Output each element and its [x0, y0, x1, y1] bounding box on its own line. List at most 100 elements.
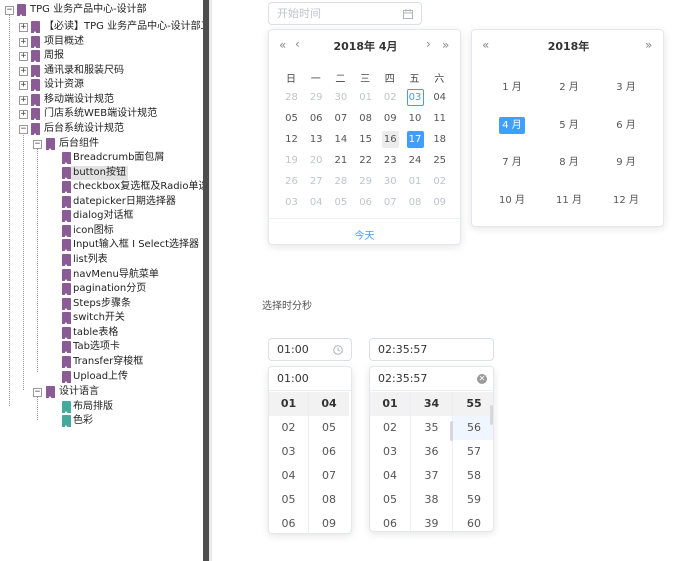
- time-option[interactable]: 05: [269, 488, 308, 512]
- calendar-day[interactable]: 30: [382, 173, 399, 190]
- month-panel-header[interactable]: 2018年: [472, 38, 665, 54]
- tree-item[interactable]: button按钮: [0, 166, 203, 180]
- time-option[interactable]: 03: [370, 440, 410, 464]
- time-option[interactable]: 07: [309, 464, 349, 488]
- tree-item[interactable]: 色彩: [0, 414, 203, 428]
- month-cell[interactable]: 8 月: [556, 154, 582, 171]
- tree-item[interactable]: navMenu导航菜单: [0, 268, 203, 282]
- calendar-day[interactable]: 28: [283, 89, 300, 106]
- tree-item[interactable]: − TPG 业务产品中心-设计部: [0, 3, 203, 17]
- calendar-day[interactable]: 18: [431, 131, 448, 148]
- calendar-day[interactable]: 04: [308, 194, 325, 211]
- tree-item[interactable]: Tab选项卡: [0, 340, 203, 354]
- calendar-day[interactable]: 08: [407, 194, 424, 211]
- tree-item[interactable]: + 门店系统WEB端设计规范: [0, 107, 203, 121]
- calendar-day[interactable]: 19: [283, 152, 300, 169]
- calendar-day[interactable]: 07: [332, 110, 349, 127]
- expand-icon[interactable]: +: [19, 52, 28, 61]
- expand-icon[interactable]: +: [19, 110, 28, 119]
- time-option[interactable]: 06: [309, 440, 349, 464]
- tree-item[interactable]: + 项目概述: [0, 35, 203, 49]
- tree-item[interactable]: + 周报: [0, 49, 203, 63]
- month-cell[interactable]: 12 月: [613, 192, 639, 209]
- calendar-day[interactable]: 23: [382, 152, 399, 169]
- month-cell[interactable]: 6 月: [613, 117, 639, 134]
- tree-item[interactable]: Transfer穿梭框: [0, 355, 203, 369]
- calendar-day[interactable]: 16: [381, 131, 399, 148]
- tree-item[interactable]: table表格: [0, 326, 203, 340]
- next-year-button[interactable]: »: [645, 39, 652, 51]
- date-input[interactable]: 开始时间: [268, 2, 422, 25]
- time-option[interactable]: 34: [411, 392, 452, 416]
- month-cell[interactable]: 9 月: [613, 154, 639, 171]
- time-option[interactable]: 56: [453, 416, 493, 440]
- calendar-day[interactable]: 14: [332, 131, 349, 148]
- tree-item[interactable]: + 设计资源: [0, 78, 203, 92]
- calendar-day[interactable]: 29: [308, 89, 325, 106]
- tree-item[interactable]: + 通讯录和服装尺码: [0, 64, 203, 78]
- tree-item[interactable]: Input输入框 I Select选择器 I Datepicker: [0, 238, 203, 252]
- calendar-day[interactable]: 24: [407, 152, 424, 169]
- minute-column[interactable]: 34 35 36 37 38 39: [411, 392, 453, 531]
- calendar-header[interactable]: 2018年 4月: [269, 38, 462, 54]
- time-option[interactable]: 38: [411, 488, 452, 512]
- time-option[interactable]: 06: [269, 512, 308, 533]
- calendar-day[interactable]: 13: [308, 131, 325, 148]
- month-cell[interactable]: 5 月: [556, 117, 582, 134]
- expand-icon[interactable]: +: [19, 38, 28, 47]
- tree-item[interactable]: checkbox复选框及Radio单选框: [0, 180, 203, 194]
- calendar-day[interactable]: 03: [283, 194, 300, 211]
- tree-item[interactable]: dialog对话框: [0, 209, 203, 223]
- second-scrollbar-thumb[interactable]: [490, 405, 493, 425]
- time-option[interactable]: 60: [453, 512, 493, 531]
- calendar-day[interactable]: 01: [407, 173, 424, 190]
- calendar-day[interactable]: 05: [332, 194, 349, 211]
- time-option[interactable]: 03: [269, 440, 308, 464]
- calendar-day[interactable]: 15: [357, 131, 374, 148]
- minute-scrollbar-thumb[interactable]: [450, 421, 453, 441]
- time-input-hm[interactable]: 01:00: [268, 338, 352, 361]
- month-cell[interactable]: 2 月: [556, 79, 582, 96]
- calendar-day[interactable]: 05: [283, 110, 300, 127]
- calendar-day[interactable]: 04: [431, 89, 448, 106]
- time-option[interactable]: 57: [453, 440, 493, 464]
- calendar-day[interactable]: 29: [357, 173, 374, 190]
- tree-item[interactable]: pagination分页: [0, 282, 203, 296]
- time-option[interactable]: 37: [411, 464, 452, 488]
- calendar-day[interactable]: 11: [431, 110, 448, 127]
- month-cell[interactable]: 11 月: [556, 192, 582, 209]
- tree-item[interactable]: icon图标: [0, 224, 203, 238]
- calendar-day[interactable]: 30: [332, 89, 349, 106]
- calendar-day[interactable]: 26: [283, 173, 300, 190]
- tree-item[interactable]: Steps步骤条: [0, 297, 203, 311]
- month-cell[interactable]: 3 月: [613, 79, 639, 96]
- tree-item[interactable]: − 设计语言: [0, 385, 203, 399]
- tree-item[interactable]: − 后台组件: [0, 137, 203, 151]
- time-option[interactable]: 04: [269, 464, 308, 488]
- calendar-day[interactable]: 12: [283, 131, 300, 148]
- tree-item[interactable]: + 【必读】TPG 业务产品中心-设计部工作说明: [0, 20, 203, 34]
- expand-icon[interactable]: +: [19, 67, 28, 76]
- time-option[interactable]: 09: [309, 512, 349, 533]
- time-option[interactable]: 04: [309, 392, 349, 416]
- calendar-day[interactable]: 21: [332, 152, 349, 169]
- tree-item[interactable]: 布局排版: [0, 400, 203, 414]
- month-cell[interactable]: 10 月: [499, 192, 525, 209]
- calendar-day[interactable]: 02: [382, 89, 399, 106]
- time-option[interactable]: 02: [370, 416, 410, 440]
- time-option[interactable]: 55: [453, 392, 493, 416]
- collapse-icon[interactable]: −: [33, 388, 42, 397]
- next-year-button[interactable]: »: [442, 39, 449, 51]
- calendar-day[interactable]: 20: [308, 152, 325, 169]
- hour-column[interactable]: 01 02 03 04 05 06: [370, 392, 411, 531]
- clear-icon[interactable]: ✕: [477, 374, 487, 384]
- calendar-day[interactable]: 06: [357, 194, 374, 211]
- second-column[interactable]: 55 56 57 58 59 60: [453, 392, 493, 531]
- month-cell[interactable]: 7 月: [499, 154, 525, 171]
- calendar-day[interactable]: 25: [431, 152, 448, 169]
- time-option[interactable]: 08: [309, 488, 349, 512]
- month-cell[interactable]: 4 月: [499, 116, 525, 134]
- collapse-icon[interactable]: −: [19, 125, 28, 134]
- calendar-day[interactable]: 27: [308, 173, 325, 190]
- time-option[interactable]: 02: [269, 416, 308, 440]
